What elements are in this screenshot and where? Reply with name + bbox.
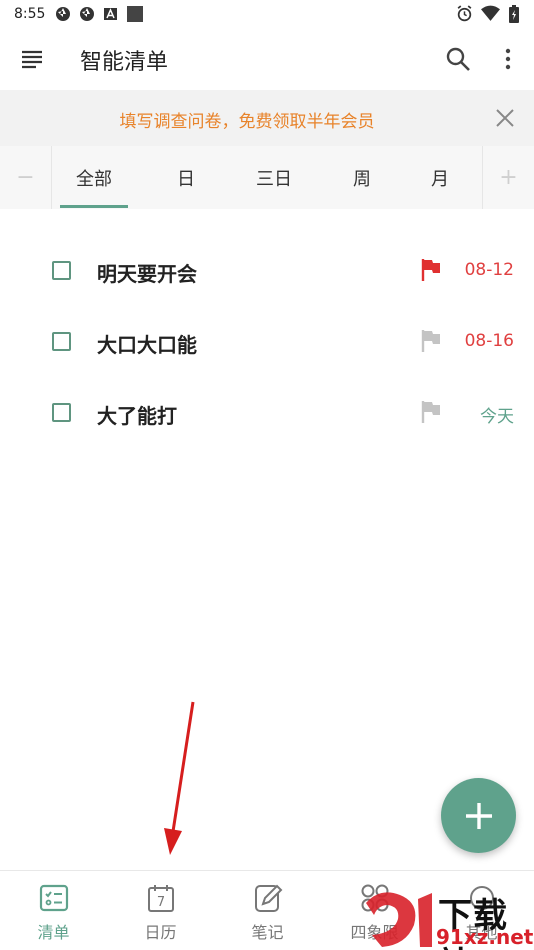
task-title[interactable]: 明天要开会 bbox=[97, 258, 197, 287]
square-icon bbox=[127, 6, 144, 22]
nav-label: 日历 bbox=[144, 923, 177, 942]
tab-month[interactable]: 月 bbox=[406, 146, 474, 209]
nav-label: 四象限 bbox=[350, 923, 399, 942]
task-list: 明天要开会 08-12 大口大口能 08-16 大了能打 今天 bbox=[0, 236, 534, 449]
status-bar: 8:55 bbox=[0, 0, 534, 28]
tab-all[interactable]: 全部 bbox=[60, 146, 128, 209]
list-item[interactable]: 大了能打 今天 bbox=[0, 378, 534, 449]
watermark-url: 91xz.net bbox=[436, 925, 534, 949]
tab-plus-button[interactable]: + bbox=[482, 146, 534, 209]
add-task-button[interactable] bbox=[441, 778, 516, 853]
note-edit-icon bbox=[254, 884, 282, 912]
task-date: 今天 bbox=[480, 407, 514, 427]
search-icon[interactable] bbox=[445, 46, 471, 72]
nav-label: 清单 bbox=[37, 923, 70, 942]
a-badge-icon bbox=[104, 8, 118, 20]
aperture-icon bbox=[56, 7, 71, 21]
task-checkbox[interactable] bbox=[52, 261, 71, 280]
task-title[interactable]: 大口大口能 bbox=[97, 329, 197, 358]
calendar-day-number: 7 bbox=[156, 895, 164, 910]
calendar-icon: 7 bbox=[147, 885, 174, 912]
page-title: 智能清单 bbox=[80, 50, 169, 75]
nav-item-notes[interactable]: 笔记 bbox=[214, 871, 321, 950]
menu-icon[interactable] bbox=[20, 47, 44, 71]
battery-charging-icon bbox=[509, 5, 519, 23]
plus-icon bbox=[465, 802, 492, 829]
task-checkbox[interactable] bbox=[52, 403, 71, 422]
survey-banner[interactable]: 填写调查问卷，免费领取半年会员 bbox=[0, 90, 534, 146]
checklist-icon bbox=[39, 884, 68, 912]
aperture-icon bbox=[80, 7, 95, 21]
more-vertical-icon[interactable] bbox=[496, 46, 520, 72]
task-date: 08-16 bbox=[464, 331, 514, 351]
tab-day[interactable]: 日 bbox=[152, 146, 220, 209]
close-icon[interactable] bbox=[494, 107, 516, 129]
flag-icon[interactable] bbox=[420, 329, 442, 353]
tab-minus-button[interactable]: − bbox=[0, 146, 52, 209]
range-tabs: − 全部 日 三日 周 月 + bbox=[0, 146, 534, 209]
banner-text[interactable]: 填写调查问卷，免费领取半年会员 bbox=[0, 107, 494, 132]
task-checkbox[interactable] bbox=[52, 332, 71, 351]
status-time: 8:55 bbox=[14, 6, 46, 22]
nav-item-quadrant[interactable]: 四象限 bbox=[321, 871, 428, 950]
task-title[interactable]: 大了能打 bbox=[97, 400, 177, 429]
nav-item-checklist[interactable]: 清单 bbox=[0, 871, 107, 950]
quadrant-icon bbox=[361, 884, 388, 912]
status-right-icons bbox=[456, 5, 520, 23]
wifi-icon bbox=[481, 5, 500, 21]
alarm-icon bbox=[457, 5, 472, 22]
task-date: 08-12 bbox=[464, 260, 514, 280]
annotation-arrow bbox=[164, 701, 195, 855]
tab-three-day[interactable]: 三日 bbox=[240, 146, 308, 209]
list-item[interactable]: 大口大口能 08-16 bbox=[0, 307, 534, 378]
nav-label: 笔记 bbox=[251, 923, 284, 942]
tab-week[interactable]: 周 bbox=[328, 146, 396, 209]
app-bar: 智能清单 bbox=[0, 28, 534, 90]
nav-item-calendar[interactable]: 7 日历 bbox=[107, 871, 214, 950]
list-item[interactable]: 明天要开会 08-12 bbox=[0, 236, 534, 307]
flag-icon[interactable] bbox=[420, 400, 442, 424]
flag-icon[interactable] bbox=[420, 258, 442, 282]
